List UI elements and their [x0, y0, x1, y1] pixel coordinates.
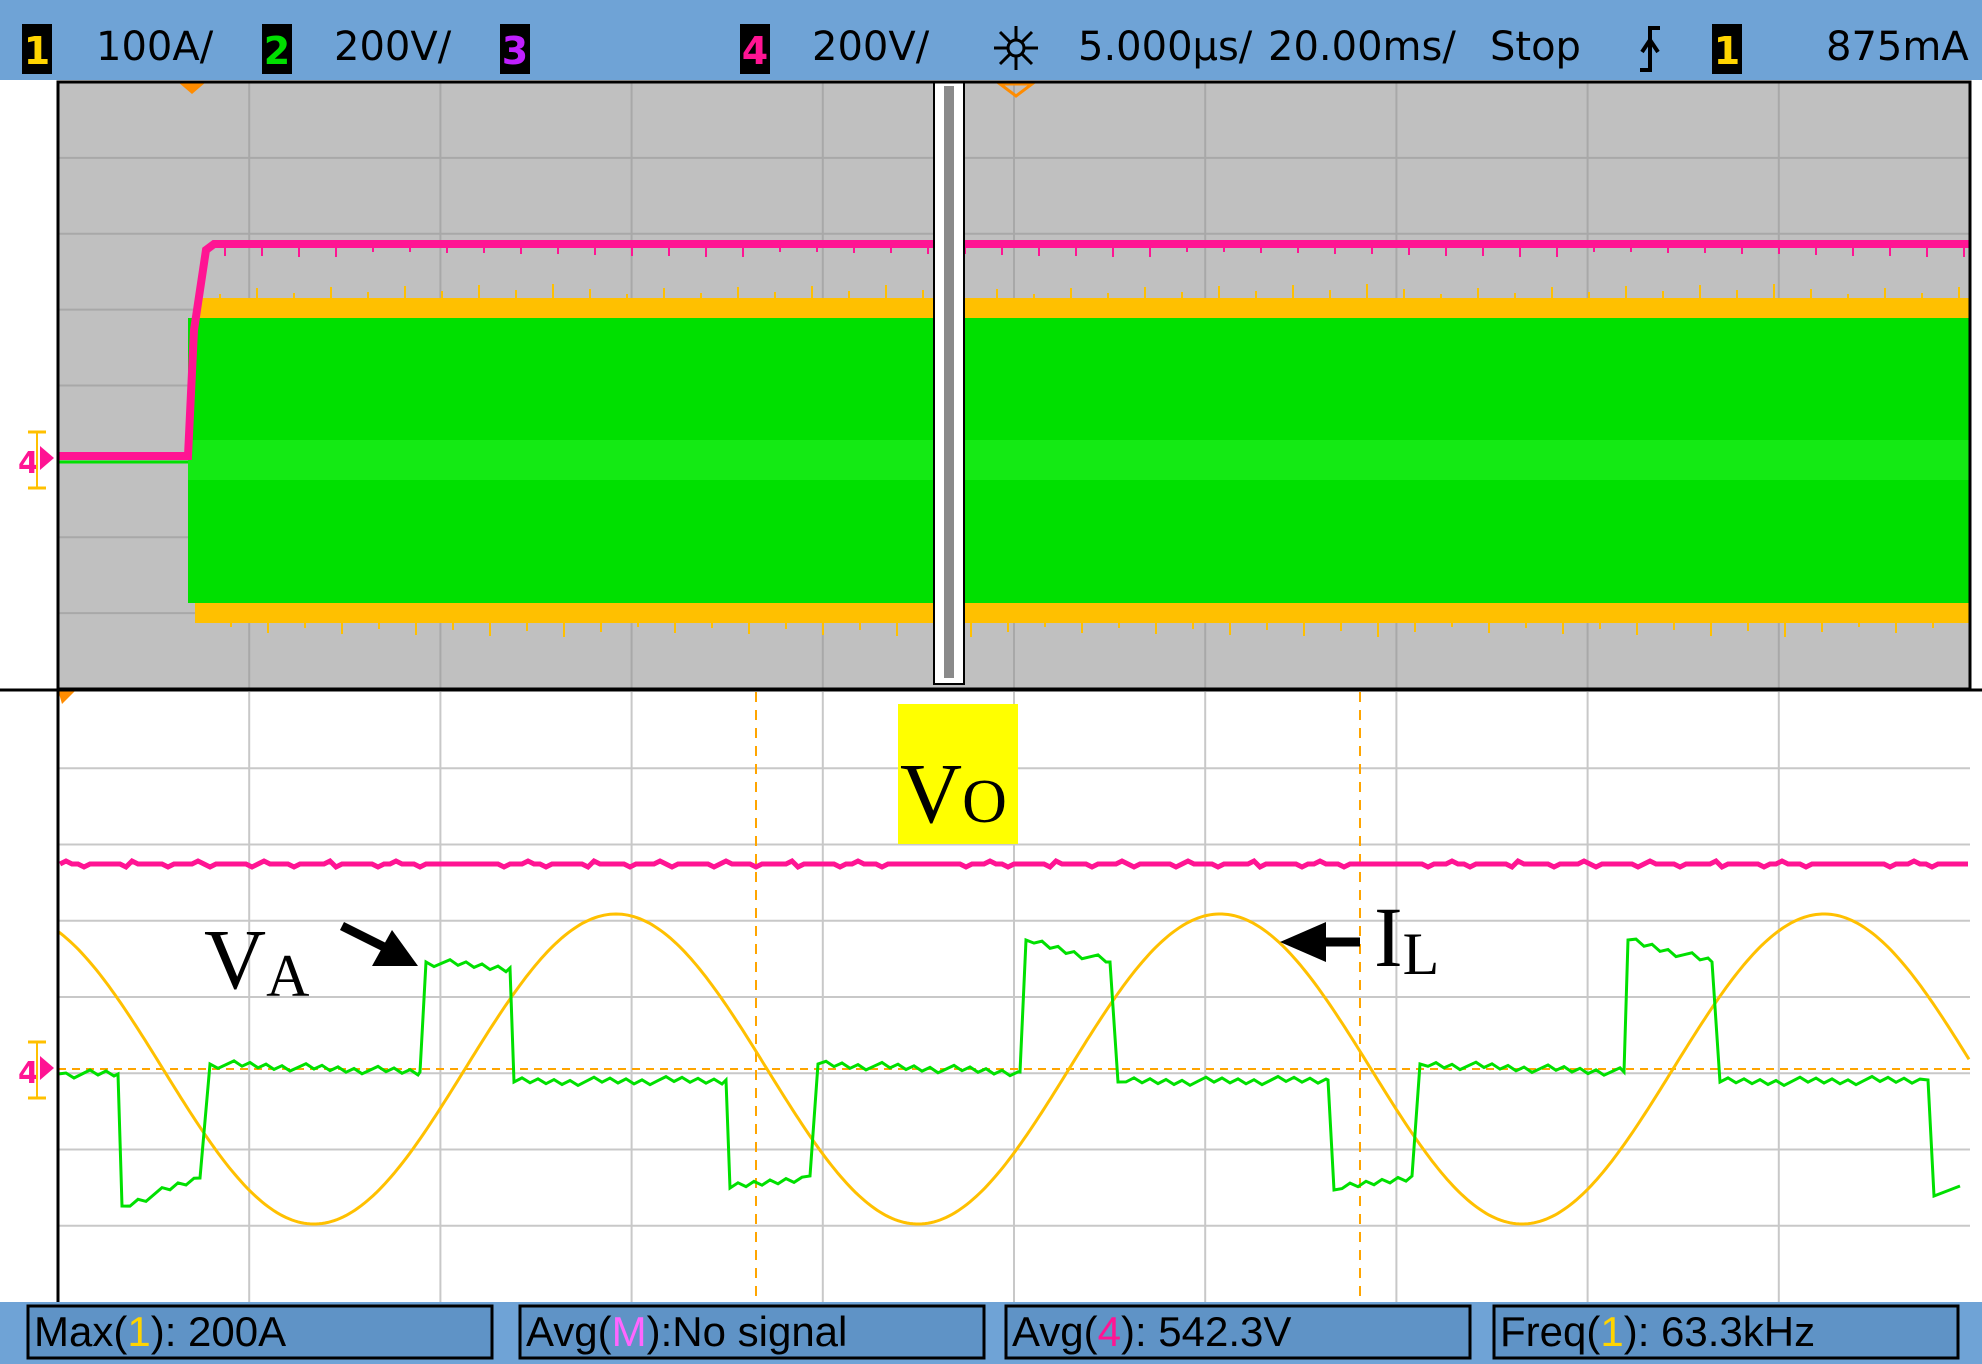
delay-value: 20.00ms/	[1268, 24, 1456, 70]
trigger-level: 875mA	[1826, 24, 1969, 70]
measurement-freq-ch1[interactable]: Freq(1): 63.3kHz	[1492, 1304, 1960, 1360]
va-label-sub: A	[266, 943, 309, 1009]
vo-label: VO	[898, 704, 1018, 844]
vo-label-sub: O	[962, 768, 1007, 836]
channel-2-softkey[interactable]: 2	[262, 24, 292, 74]
channel-3-softkey[interactable]: 3	[500, 24, 530, 74]
channel-1-softkey[interactable]: 1	[22, 24, 52, 74]
il-label-main: I	[1374, 889, 1403, 985]
svg-text:Max(1): 200A: Max(1): 200A	[34, 1308, 286, 1355]
measurement-avg-ch4[interactable]: Avg(4): 542.3V	[1004, 1304, 1472, 1360]
channel-2-scale: 200V/	[334, 24, 452, 70]
trigger-channel-softkey[interactable]: 1	[1712, 24, 1742, 74]
va-label-main: V	[204, 911, 266, 1007]
channel-2-number: 2	[264, 29, 290, 73]
oscilloscope-screen: 1 100A/ 2 200V/ 3 4 200V/ 5.000µs/ 20.00…	[0, 0, 1982, 1364]
svg-text:Avg(M):No signal: Avg(M):No signal	[526, 1308, 847, 1355]
svg-text:4: 4	[18, 446, 39, 481]
timebase-value: 5.000µs/	[1078, 24, 1253, 70]
svg-text:Avg(4): 542.3V: Avg(4): 542.3V	[1012, 1308, 1291, 1355]
measurement-bar: Max(1): 200A Avg(M):No signal Avg(4): 54…	[0, 1302, 1982, 1364]
status-bar-background	[0, 0, 1982, 80]
channel-1-number: 1	[24, 29, 50, 73]
vo-label-main: V	[900, 745, 962, 841]
svg-text:4: 4	[18, 1056, 39, 1091]
channel-3-number: 3	[502, 29, 528, 73]
ground-marker-icon: 4	[18, 430, 54, 490]
measurement-avg-math[interactable]: Avg(M):No signal	[518, 1304, 986, 1360]
overview-va-core	[188, 440, 1970, 480]
sparkle-icon	[994, 26, 1038, 70]
status-bar: 1 100A/ 2 200V/ 3 4 200V/ 5.000µs/ 20.00…	[0, 0, 1982, 80]
svg-text:Freq(1): 63.3kHz: Freq(1): 63.3kHz	[1500, 1308, 1815, 1355]
channel-4-softkey[interactable]: 4	[740, 24, 770, 74]
trigger-channel-number: 1	[1714, 29, 1740, 73]
run-state[interactable]: Stop	[1490, 24, 1581, 70]
ground-marker-icon: 4	[18, 1040, 54, 1100]
channel-1-scale: 100A/	[96, 24, 214, 70]
measurement-max-ch1[interactable]: Max(1): 200A	[26, 1304, 494, 1360]
channel-4-scale: 200V/	[812, 24, 930, 70]
overview-traces	[58, 240, 1971, 637]
zoom-window-indicator[interactable]	[933, 81, 965, 685]
il-label-sub: L	[1403, 921, 1440, 987]
channel-4-number: 4	[742, 29, 768, 73]
overview-window	[56, 80, 1972, 691]
